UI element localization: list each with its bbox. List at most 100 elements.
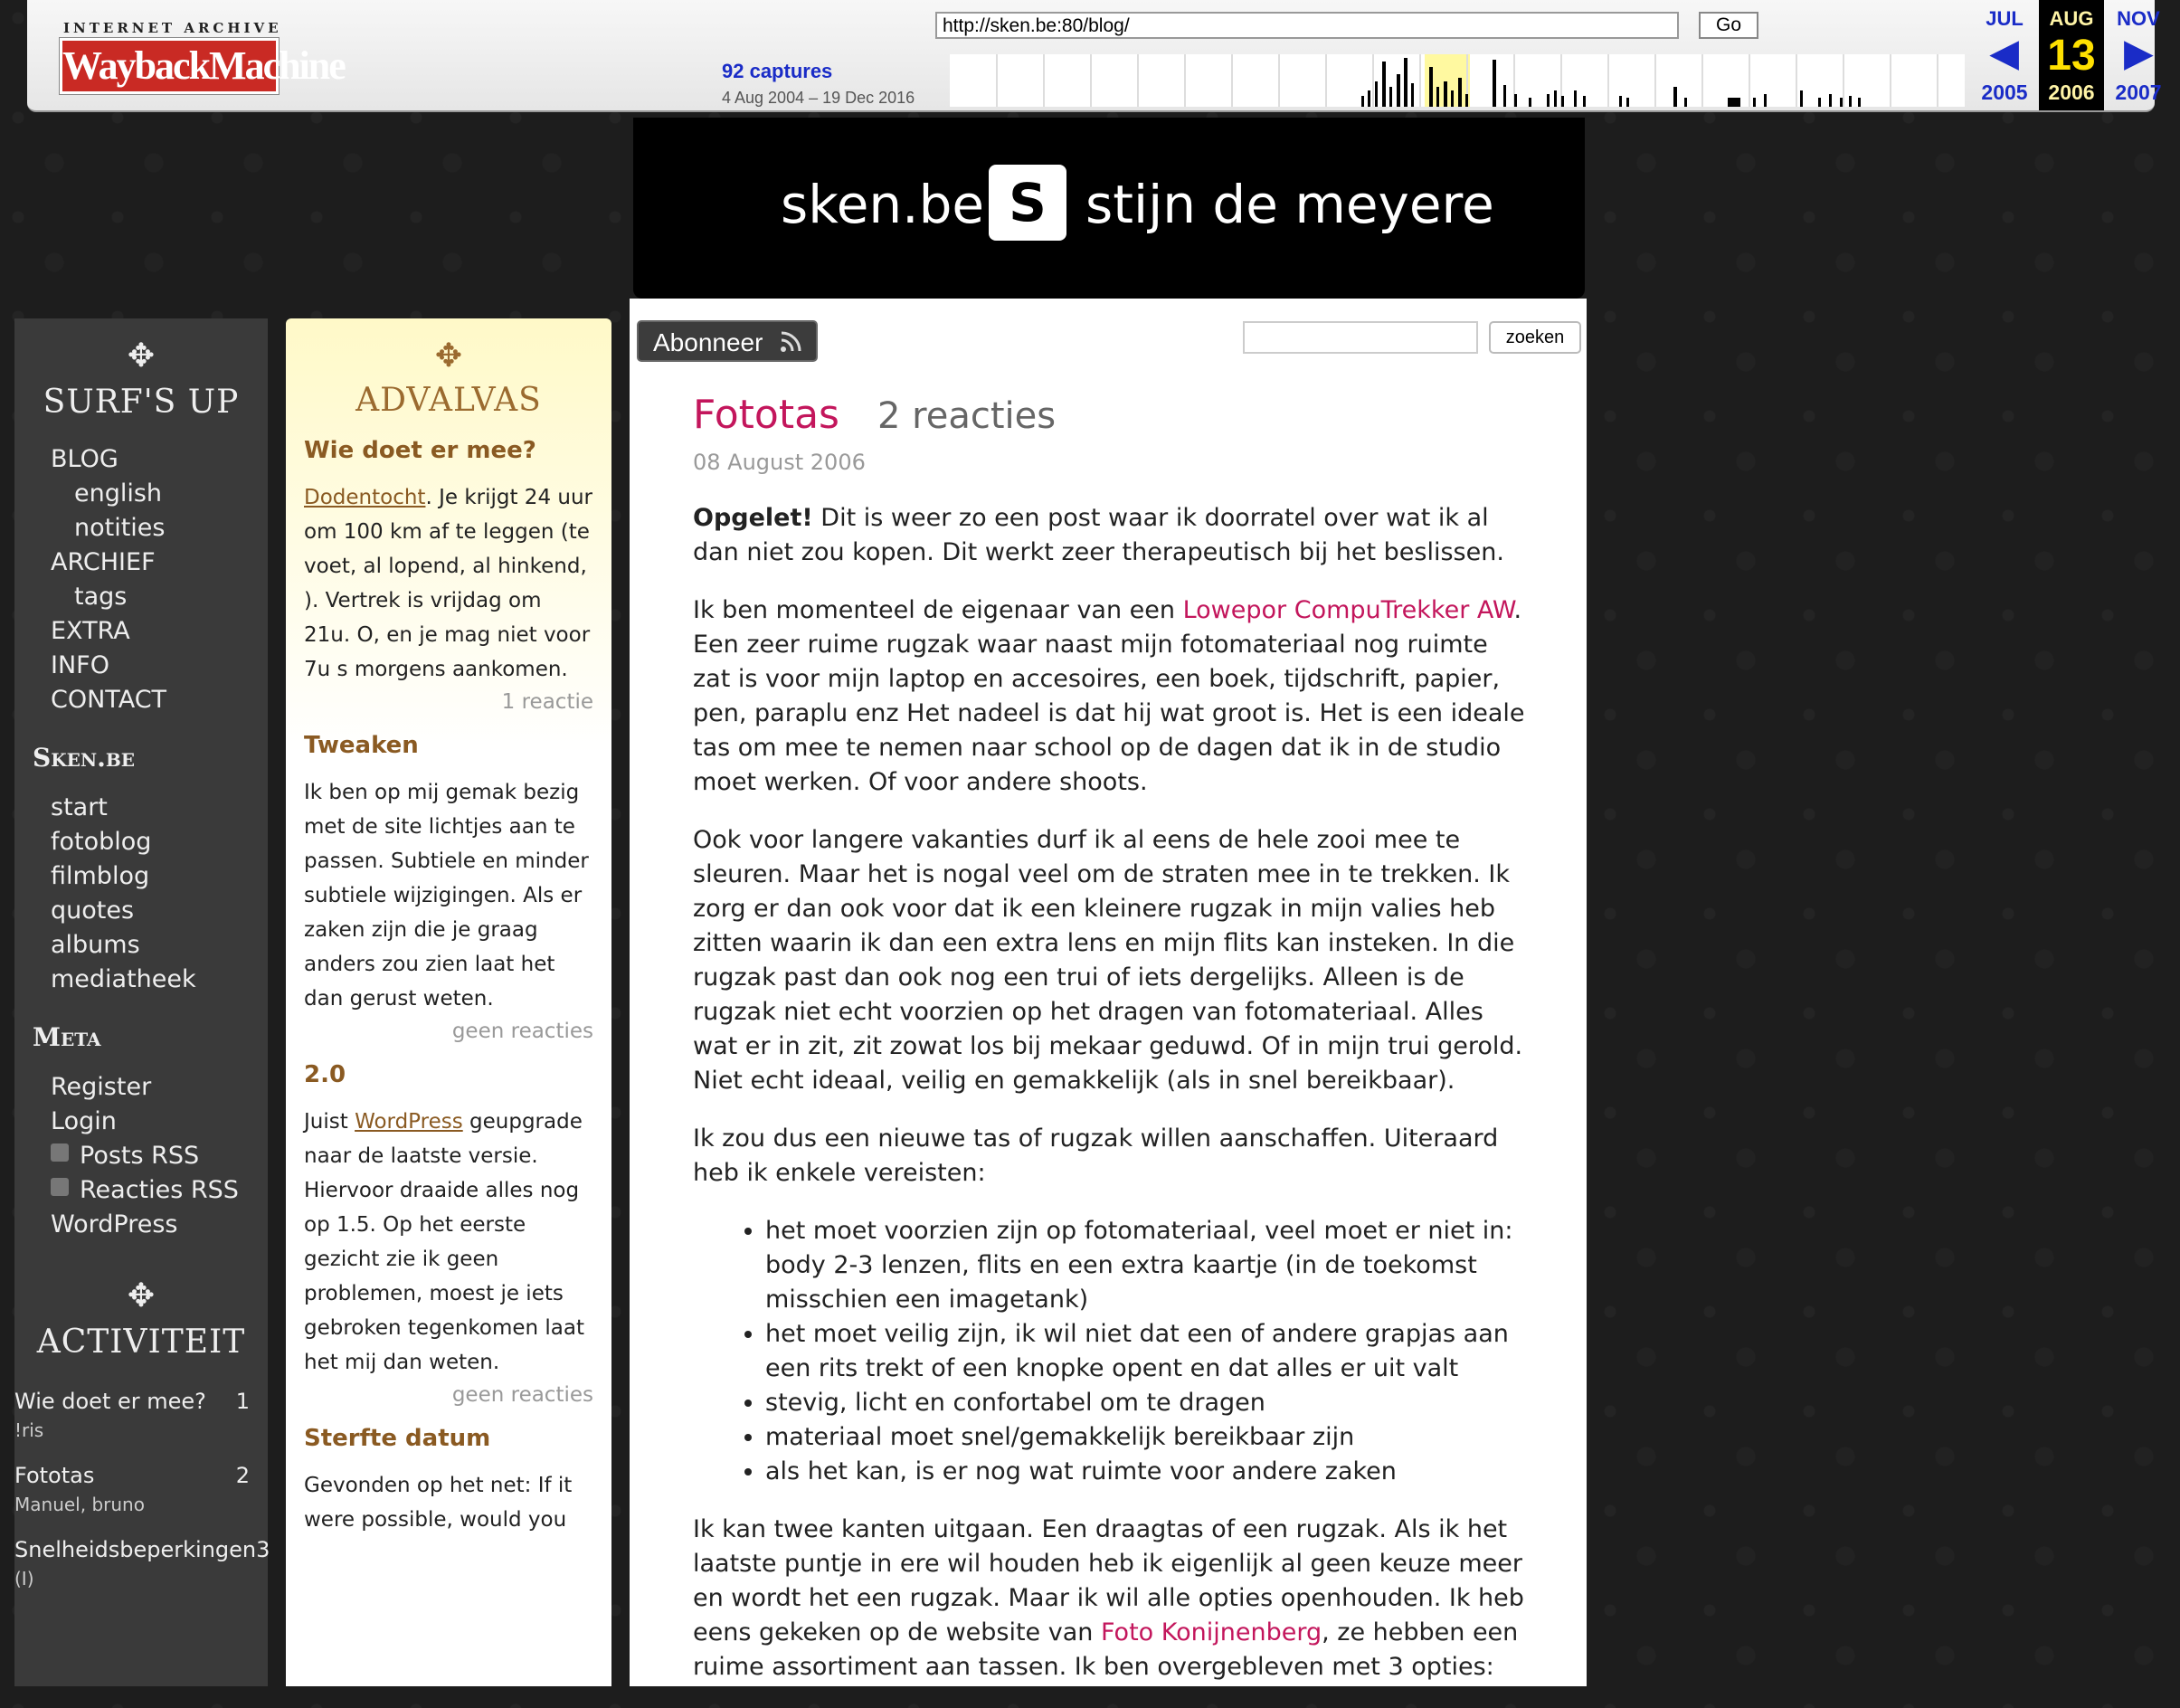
captures-link[interactable]: 92 captures <box>722 60 832 83</box>
link-quotes[interactable]: quotes <box>51 894 268 928</box>
advalvas-heading: ADVALVAS <box>355 382 542 419</box>
next-year[interactable]: 2007 <box>2106 81 2171 105</box>
nav-archief[interactable]: ARCHIEF <box>51 546 268 580</box>
aside-link[interactable]: WordPress <box>355 1110 463 1134</box>
list-item: het moet veilig zijn, ik wil niet dat ee… <box>765 1317 1525 1386</box>
link-wordpress[interactable]: WordPress <box>51 1208 268 1242</box>
activity-author[interactable]: (I) <box>14 1565 250 1592</box>
list-item: stevig, licht en confortabel om te drage… <box>765 1386 1525 1420</box>
aside-text: Dodentocht. Je krijgt 24 uur om 100 km a… <box>304 486 592 681</box>
reacties-rss-label: Reacties RSS <box>80 1176 239 1204</box>
rss-icon <box>781 331 801 352</box>
nav-tags[interactable]: tags <box>51 580 268 614</box>
aside-comments[interactable]: 1 reactie <box>304 690 593 714</box>
post-date: 08 August 2006 <box>693 450 866 475</box>
current-year: 2006 <box>2048 81 2095 104</box>
left-sidebar: ✥ SURF'S UP BLOG english notities ARCHIE… <box>14 318 270 1686</box>
next-month: NOV <box>2117 7 2160 30</box>
konijnenberg-link[interactable]: Foto Konijnenberg <box>1101 1618 1322 1646</box>
list-item: het moet voorzien zijn op fotomateriaal,… <box>765 1214 1525 1317</box>
post-comment-count[interactable]: 2 reacties <box>877 395 1056 437</box>
link-filmblog[interactable]: filmblog <box>51 859 268 894</box>
aside-text: Ik ben op mij gemak bezig met de site li… <box>304 781 589 1011</box>
list-item: als het kan, is er nog wat ruimte voor a… <box>765 1455 1525 1489</box>
post-paragraph: Opgelet! Dit is weer zo een post waar ik… <box>693 504 1504 566</box>
post-title[interactable]: Fototas <box>693 395 839 435</box>
lowepro-link[interactable]: Lowepor CompuTrekker AW <box>1183 596 1514 624</box>
internet-archive-logo[interactable]: INTERNET ARCHIVE <box>63 20 282 36</box>
main-content: Abonneer zoeken Fototas 2 reacties 08 Aug… <box>630 299 1587 1686</box>
advalvas-column: ✥ ADVALVAS Wie doet er mee? Dodentocht. … <box>286 318 611 1686</box>
surfs-up-heading: SURF'S UP <box>43 384 240 421</box>
nav-contact[interactable]: CONTACT <box>51 683 268 717</box>
aside-comments[interactable]: geen reacties <box>304 1383 593 1407</box>
current-month: AUG <box>2049 7 2094 30</box>
ornament-icon: ✥ <box>127 337 156 375</box>
activity-count: 3 <box>256 1537 270 1562</box>
aside-title[interactable]: Tweaken <box>304 732 593 759</box>
link-reacties-rss[interactable]: Reacties RSS <box>51 1173 268 1208</box>
nav-extra[interactable]: EXTRA <box>51 614 268 649</box>
search-button[interactable]: zoeken <box>1489 321 1581 354</box>
ornament-icon: ✥ <box>434 337 463 375</box>
sken-heading: Sken.be <box>33 743 136 773</box>
post-paragraph: Ook voor langere vakanties durf ik al ee… <box>693 826 1523 1095</box>
prev-year[interactable]: 2005 <box>1972 81 2037 105</box>
aside-title[interactable]: Wie doet er mee? <box>304 437 593 464</box>
main-nav: BLOG english notities ARCHIEF tags EXTRA… <box>14 442 268 717</box>
post-paragraph: Ik kan twee kanten uitgaan. Een draagtas… <box>693 1515 1524 1681</box>
activity-author[interactable]: !ris <box>14 1417 250 1444</box>
prev-month: JUL <box>1986 7 2024 30</box>
activity-count: 2 <box>235 1463 250 1488</box>
capture-sparkline[interactable] <box>950 54 1965 107</box>
wayback-machine-logo[interactable]: WaybackMachine <box>60 38 346 94</box>
activity-author[interactable]: Manuel, bruno <box>14 1491 250 1518</box>
prev-capture[interactable]: JUL ◀ 2005 <box>1972 0 2037 110</box>
prev-arrow-icon[interactable]: ◀ <box>1972 31 2037 76</box>
link-posts-rss[interactable]: Posts RSS <box>51 1139 268 1173</box>
sken-links: start fotoblog filmblog quotes albums me… <box>14 791 268 997</box>
link-albums[interactable]: albums <box>51 928 268 963</box>
link-start[interactable]: start <box>51 791 268 825</box>
activity-item[interactable]: Snelheidsbeperkingen 3 <box>14 1534 270 1565</box>
aside-title[interactable]: Sterfte datum <box>304 1425 593 1452</box>
activity-count: 1 <box>235 1389 250 1414</box>
site-name: sken.be <box>781 174 985 235</box>
aside-title[interactable]: 2.0 <box>304 1061 593 1088</box>
subscribe-button[interactable]: Abonneer <box>637 320 818 362</box>
link-mediatheek[interactable]: mediatheek <box>51 963 268 997</box>
activity-item[interactable]: Fototas 2 <box>14 1460 250 1491</box>
go-button[interactable]: Go <box>1699 12 1758 39</box>
aside-link[interactable]: Dodentocht <box>304 486 425 509</box>
link-register[interactable]: Register <box>51 1070 268 1105</box>
nav-notities[interactable]: notities <box>51 511 268 546</box>
link-login[interactable]: Login <box>51 1105 268 1139</box>
next-arrow-icon[interactable]: ▶ <box>2106 31 2171 76</box>
requirements-list: het moet voorzien zijn op fotomateriaal,… <box>693 1214 1525 1489</box>
nav-blog[interactable]: BLOG <box>51 442 268 477</box>
activity-title: Wie doet er mee? <box>14 1389 206 1414</box>
site-logo-icon: S <box>989 165 1066 241</box>
next-capture[interactable]: NOV ▶ 2007 <box>2106 0 2171 110</box>
search-input[interactable] <box>1243 321 1478 354</box>
link-fotoblog[interactable]: fotoblog <box>51 825 268 859</box>
nav-info[interactable]: INFO <box>51 649 268 683</box>
aside-comments[interactable]: geen reacties <box>304 1020 593 1043</box>
current-capture: AUG 13 2006 <box>2039 0 2104 110</box>
activiteit-heading: ACTIVITEIT <box>36 1324 246 1361</box>
list-item: materiaal moet snel/gemakkelijk bereikba… <box>765 1420 1525 1455</box>
activity-item[interactable]: Wie doet er mee? 1 <box>14 1386 250 1417</box>
nav-english[interactable]: english <box>51 477 268 511</box>
aside-text: Juist WordPress geupgrade naar de laatst… <box>304 1110 585 1374</box>
post-paragraph: Ik ben momenteel de eigenaar van een Low… <box>693 596 1525 796</box>
post-paragraph: Ik zou dus een nieuwe tas of rugzak will… <box>693 1124 1499 1187</box>
meta-heading: Meta <box>33 1022 101 1052</box>
subscribe-label: Abonneer <box>653 328 763 356</box>
activity-title: Snelheidsbeperkingen <box>14 1537 257 1562</box>
activity-title: Fototas <box>14 1463 95 1488</box>
site-banner[interactable]: sken.be S stijn de meyere <box>633 118 1585 299</box>
wayback-toolbar: INTERNET ARCHIVE WaybackMachine http://s… <box>27 0 2162 112</box>
url-input[interactable]: http://sken.be:80/blog/ <box>935 12 1679 39</box>
meta-links: Register Login Posts RSS Reacties RSS Wo… <box>14 1070 268 1242</box>
author-name: stijn de meyere <box>1085 174 1494 235</box>
